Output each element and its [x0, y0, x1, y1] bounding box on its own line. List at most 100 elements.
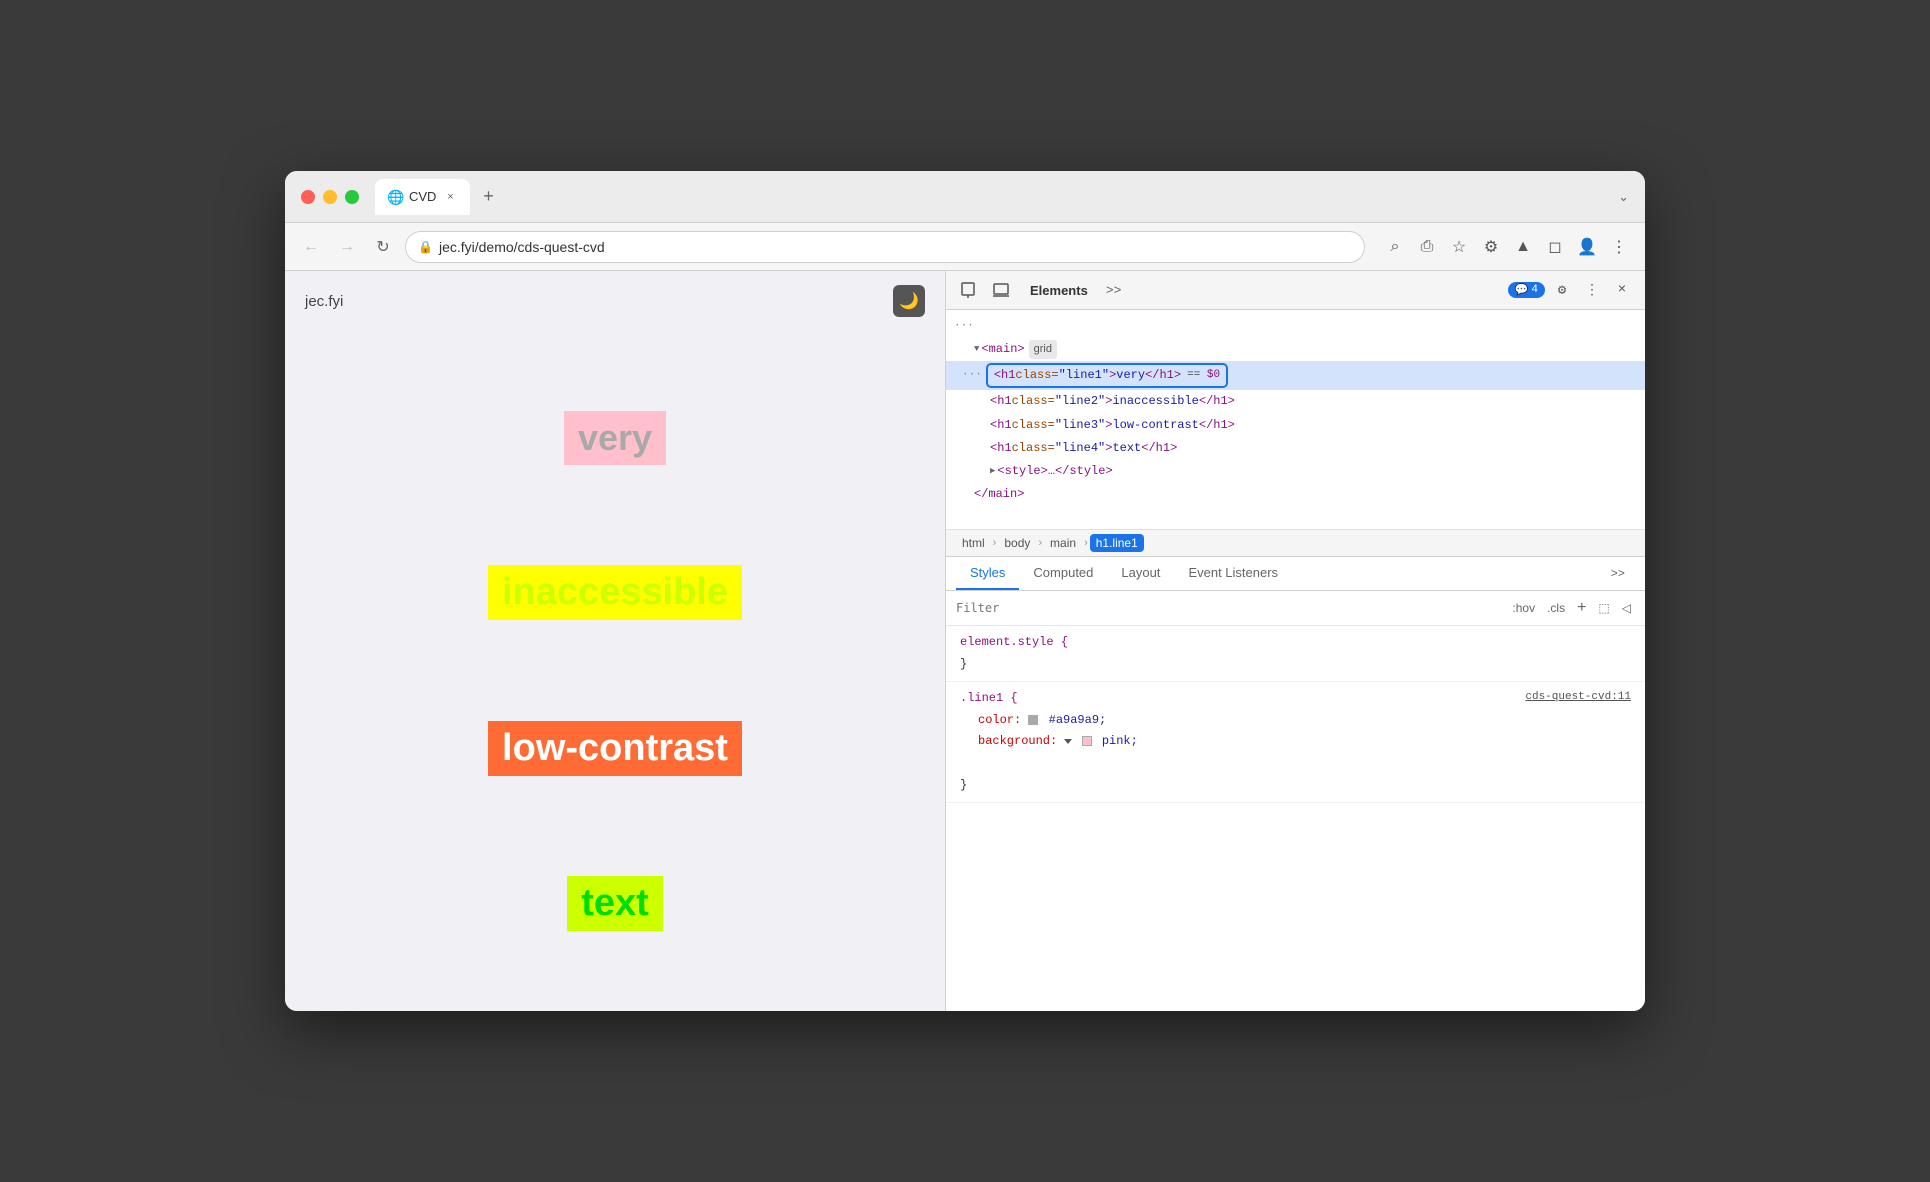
minimize-button[interactable]: [323, 190, 337, 204]
dom-style-row[interactable]: ▶ <style>…</style>: [946, 460, 1645, 483]
active-tab[interactable]: 🌐 CVD ×: [375, 179, 470, 215]
style-tag: <style>…</style>: [997, 462, 1112, 481]
h1-class-val: "line1": [1059, 366, 1109, 385]
color-swatch[interactable]: [1028, 715, 1038, 725]
breadcrumb-bar: html › body › main › h1.line1: [946, 530, 1645, 557]
styles-panel: element.style { } .line1 { cds-quest-cvd…: [946, 626, 1645, 1011]
extensions-icon[interactable]: ⚙: [1477, 233, 1505, 261]
more-sub-tabs-button[interactable]: >>: [1601, 559, 1635, 589]
console-badge[interactable]: 💬 4: [1508, 282, 1545, 298]
new-style-rule-button[interactable]: ⬚: [1594, 599, 1613, 617]
bc-sep-3: ›: [1084, 537, 1088, 549]
menu-icon[interactable]: ⋮: [1605, 233, 1633, 261]
back-button[interactable]: ←: [297, 233, 325, 261]
new-tab-button[interactable]: +: [474, 183, 502, 211]
tab-bar: 🌐 CVD × +: [375, 179, 1610, 215]
reload-button[interactable]: ↻: [369, 233, 397, 261]
background-swatch[interactable]: [1082, 736, 1092, 746]
dollar-zero: == $0: [1187, 367, 1220, 385]
close-button[interactable]: [301, 190, 315, 204]
h1-close-part1: >: [1109, 366, 1116, 385]
bookmark-icon[interactable]: ☆: [1445, 233, 1473, 261]
styles-tab[interactable]: Styles: [956, 557, 1019, 590]
breadcrumb-html[interactable]: html: [956, 534, 991, 552]
profile-icon[interactable]: 👤: [1573, 233, 1601, 261]
h1-text-content: very: [1116, 366, 1145, 385]
dom-h1-line3-row[interactable]: <h1 class= "line3" > low-contrast </h1>: [946, 414, 1645, 437]
tab-label: CVD: [409, 189, 436, 204]
background-prop: background: pink;: [960, 731, 1631, 753]
line1-css-rule: .line1 { cds-quest-cvd:11 color: #a9a9a9…: [946, 682, 1645, 803]
tab-favicon: 🌐: [387, 189, 403, 205]
more-panels-button[interactable]: >>: [1102, 279, 1126, 302]
traffic-lights: [301, 190, 359, 204]
dom-main-row[interactable]: ▼ <main> grid: [946, 338, 1645, 362]
content-area: jec.fyi 🌙 very inaccessible low-contrast…: [285, 271, 1645, 1011]
hov-button[interactable]: :hov: [1508, 599, 1539, 617]
element-style-close: }: [960, 657, 967, 671]
dom-h1-line2-row[interactable]: <h1 class= "line2" > inaccessible </h1>: [946, 390, 1645, 413]
extensions2-icon[interactable]: ▲: [1509, 233, 1537, 261]
text-line-low-contrast: low-contrast: [488, 721, 742, 776]
dom-h1-line1-row[interactable]: ··· <h1 class= "line1" > very </h1> == $…: [946, 361, 1645, 390]
h1-line4-close-tag: </h1>: [1141, 439, 1177, 458]
share-icon[interactable]: ⎙: [1413, 233, 1441, 261]
devtools-actions: 💬 4 ⚙ ⋮ ×: [1508, 277, 1635, 303]
expand-triangle[interactable]: ▼: [974, 342, 979, 356]
dark-mode-button[interactable]: 🌙: [893, 285, 925, 317]
devtools-close-button[interactable]: ×: [1609, 277, 1635, 303]
devtools-more-button[interactable]: ⋮: [1579, 277, 1605, 303]
main-class-badge: grid: [1029, 340, 1057, 360]
main-open-tag: <main>: [981, 340, 1024, 359]
address-input[interactable]: 🔒 jec.fyi/demo/cds-quest-cvd: [405, 231, 1365, 263]
maximize-button[interactable]: [345, 190, 359, 204]
title-bar: 🌐 CVD × + ⌄: [285, 171, 1645, 223]
background-prop-name: background:: [978, 734, 1064, 748]
bc-sep-2: ›: [1038, 537, 1042, 549]
window-icon[interactable]: ◻: [1541, 233, 1569, 261]
line1-rule-close: }: [960, 778, 967, 792]
tab-close-button[interactable]: ×: [442, 189, 458, 205]
h1-line4-class-attr: class=: [1012, 439, 1055, 458]
layout-tab[interactable]: Layout: [1107, 557, 1174, 590]
inspect-element-button[interactable]: [956, 277, 982, 303]
color-prop-name: color:: [978, 713, 1028, 727]
h1-open-tag: <h1: [994, 366, 1016, 385]
style-expand-triangle[interactable]: ▶: [990, 464, 995, 478]
lock-icon: 🔒: [418, 240, 433, 254]
breadcrumb-body[interactable]: body: [998, 534, 1036, 552]
dom-dots-left: ···: [962, 367, 982, 385]
h1-line2-close-tag: </h1>: [1199, 392, 1235, 411]
dom-tree: ··· ▼ <main> grid ··· <h1 class= ": [946, 310, 1645, 530]
computed-tab[interactable]: Computed: [1019, 557, 1107, 590]
add-style-button[interactable]: +: [1573, 597, 1590, 619]
forward-button[interactable]: →: [333, 233, 361, 261]
browser-window: 🌐 CVD × + ⌄ ← → ↻ 🔒 jec.fyi/demo/cds-que…: [285, 171, 1645, 1011]
background-value: pink;: [1102, 734, 1138, 748]
devtools-settings-button[interactable]: ⚙: [1549, 277, 1575, 303]
search-icon[interactable]: ⌕: [1381, 233, 1409, 261]
filter-input[interactable]: [956, 601, 1502, 615]
dom-h1-line4-row[interactable]: <h1 class= "line4" > text </h1>: [946, 437, 1645, 460]
line4-text: text: [567, 876, 663, 931]
filter-bar: :hov .cls + ⬚ ◁: [946, 591, 1645, 626]
tab-expand-icon[interactable]: ⌄: [1618, 189, 1629, 205]
h1-line3-class-attr: class=: [1012, 416, 1055, 435]
dom-main-close-row[interactable]: </main>: [946, 483, 1645, 506]
h1-close-tag: </h1>: [1145, 366, 1181, 385]
elements-panel-tab[interactable]: Elements: [1020, 279, 1098, 302]
device-toolbar-button[interactable]: [988, 277, 1014, 303]
color-prop: color: #a9a9a9;: [960, 710, 1631, 732]
cls-button[interactable]: .cls: [1543, 599, 1569, 617]
css-source-link[interactable]: cds-quest-cvd:11: [1525, 688, 1631, 708]
h1-line4-tag: <h1: [990, 439, 1012, 458]
event-listeners-tab[interactable]: Event Listeners: [1174, 557, 1292, 590]
toggle-sidebar-button[interactable]: ◁: [1618, 599, 1635, 617]
element-style-selector: element.style {: [960, 635, 1068, 649]
dom-scroll-hint[interactable]: ···: [946, 316, 1645, 338]
console-count: 4: [1531, 284, 1538, 296]
background-expand-triangle[interactable]: [1064, 739, 1072, 744]
breadcrumb-h1-line1[interactable]: h1.line1: [1090, 534, 1144, 552]
webpage: jec.fyi 🌙 very inaccessible low-contrast…: [285, 271, 945, 1011]
breadcrumb-main[interactable]: main: [1044, 534, 1082, 552]
